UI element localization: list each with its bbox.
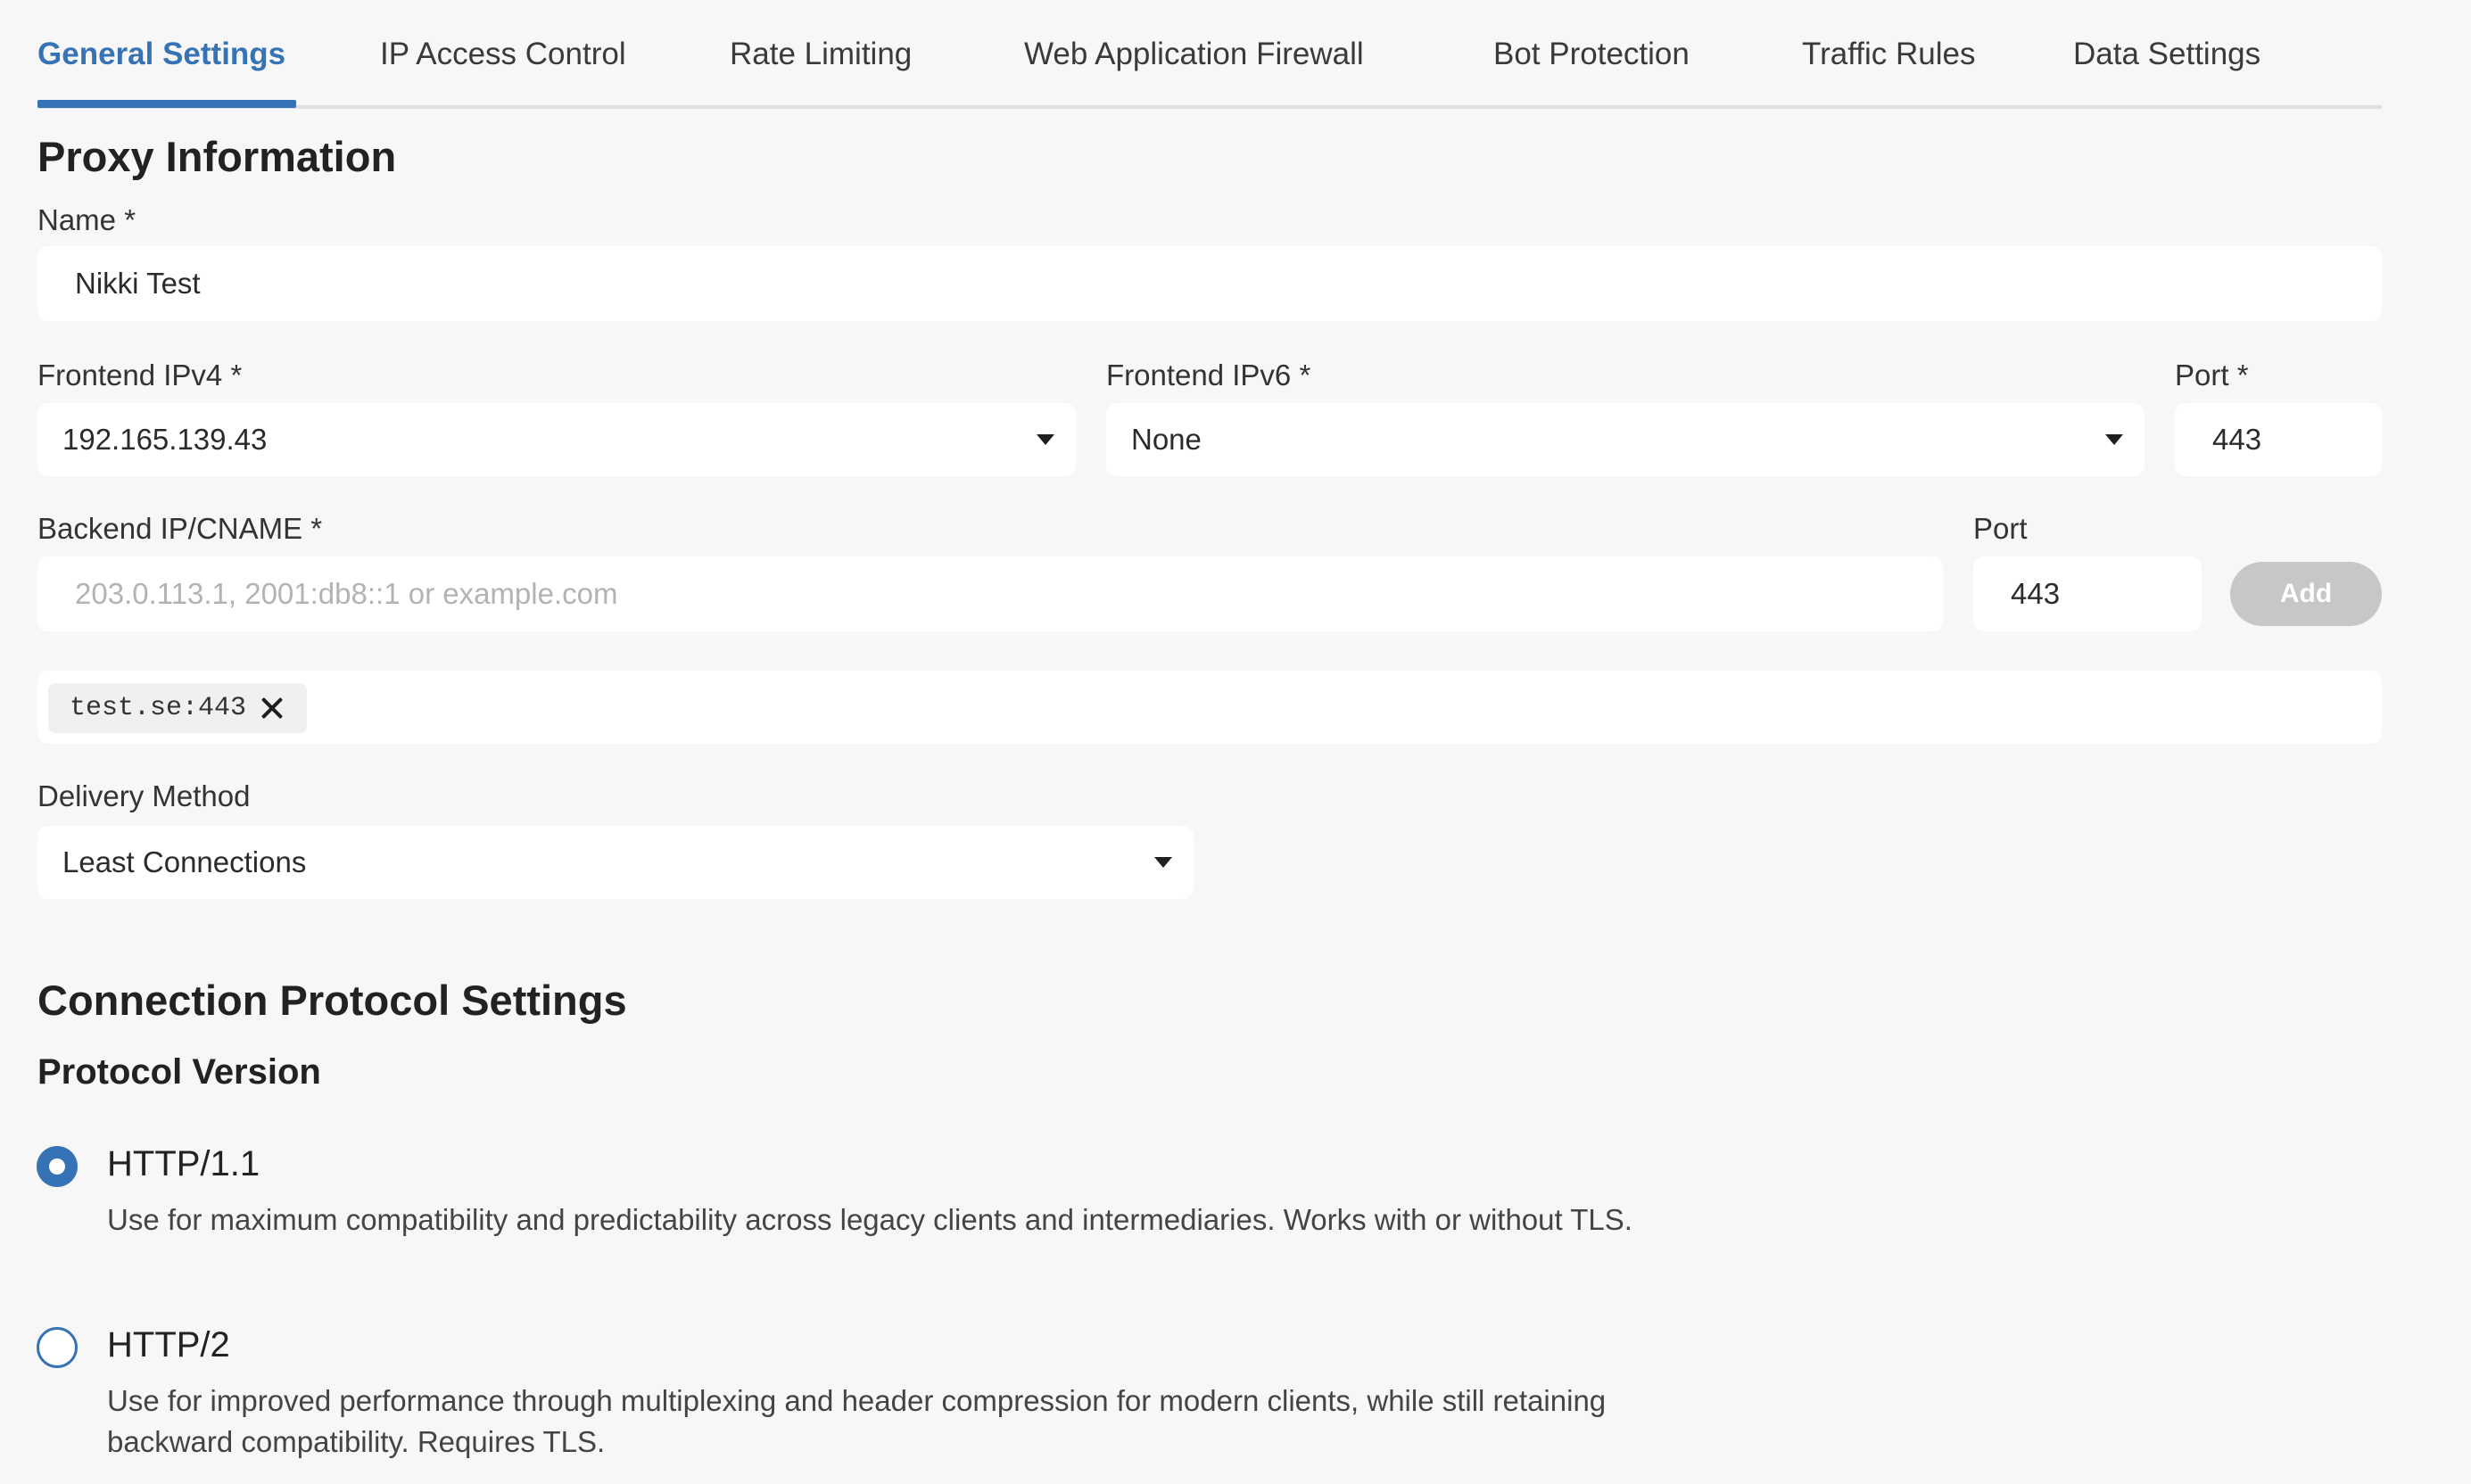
delivery-method-label: Delivery Method bbox=[37, 779, 251, 812]
proxy-settings-page: General Settings IP Access Control Rate … bbox=[0, 0, 2471, 1484]
http2-description: Use for improved performance through mul… bbox=[107, 1384, 1607, 1458]
tab-rate-limiting[interactable]: Rate Limiting bbox=[730, 32, 912, 109]
backend-tag-label: test.se:443 bbox=[70, 693, 247, 723]
caret-down-icon bbox=[2105, 434, 2123, 445]
frontend-port-label: Port * bbox=[2175, 359, 2249, 392]
backend-field bbox=[37, 556, 1943, 631]
frontend-port-field bbox=[2175, 403, 2382, 476]
frontend-ipv6-select[interactable]: None bbox=[1106, 403, 2145, 476]
backend-label: Backend IP/CNAME * bbox=[37, 512, 323, 545]
http1-description: Use for maximum compatibility and predic… bbox=[107, 1203, 1632, 1236]
backend-port-field bbox=[1973, 556, 2202, 631]
protocol-version-heading: Protocol Version bbox=[37, 1052, 321, 1092]
caret-down-icon bbox=[1154, 857, 1172, 868]
delivery-method-select[interactable]: Least Connections bbox=[37, 826, 1194, 899]
add-backend-button[interactable]: Add bbox=[2230, 562, 2382, 626]
tab-traffic-rules[interactable]: Traffic Rules bbox=[1802, 32, 1976, 109]
caret-down-icon bbox=[1037, 434, 1054, 445]
radio-http2[interactable] bbox=[37, 1327, 78, 1368]
frontend-ipv6-value: None bbox=[1131, 423, 1202, 456]
tab-data-settings[interactable]: Data Settings bbox=[2073, 32, 2260, 109]
active-tab-indicator bbox=[37, 100, 296, 108]
delivery-method-value: Least Connections bbox=[62, 845, 307, 878]
proxy-information-heading: Proxy Information bbox=[37, 133, 397, 180]
backend-input[interactable] bbox=[37, 556, 1943, 631]
tab-general-settings[interactable]: General Settings bbox=[37, 32, 285, 109]
frontend-ipv4-label: Frontend IPv4 * bbox=[37, 359, 243, 392]
backend-tags-box: test.se:443 bbox=[37, 671, 2382, 744]
backend-port-input[interactable] bbox=[1973, 556, 2202, 631]
tab-web-application-firewall[interactable]: Web Application Firewall bbox=[1024, 32, 1364, 109]
http1-label: HTTP/1.1 bbox=[107, 1144, 260, 1183]
name-field bbox=[37, 246, 2382, 321]
close-icon[interactable] bbox=[260, 697, 284, 720]
settings-tabs: General Settings IP Access Control Rate … bbox=[37, 0, 2382, 109]
http2-label: HTTP/2 bbox=[107, 1325, 230, 1364]
name-label: Name * bbox=[37, 203, 136, 236]
frontend-ipv6-label: Frontend IPv6 * bbox=[1106, 359, 1311, 392]
tab-ip-access-control[interactable]: IP Access Control bbox=[380, 32, 626, 109]
name-input[interactable] bbox=[37, 246, 2382, 321]
backend-tag: test.se:443 bbox=[48, 683, 308, 733]
radio-http1[interactable] bbox=[37, 1146, 78, 1187]
tab-bot-protection[interactable]: Bot Protection bbox=[1493, 32, 1690, 109]
frontend-ipv4-select[interactable]: 192.165.139.43 bbox=[37, 403, 1076, 476]
connection-protocol-heading: Connection Protocol Settings bbox=[37, 977, 627, 1024]
backend-port-label: Port bbox=[1973, 512, 2028, 545]
frontend-port-input[interactable] bbox=[2175, 403, 2382, 476]
frontend-ipv4-value: 192.165.139.43 bbox=[62, 423, 268, 456]
